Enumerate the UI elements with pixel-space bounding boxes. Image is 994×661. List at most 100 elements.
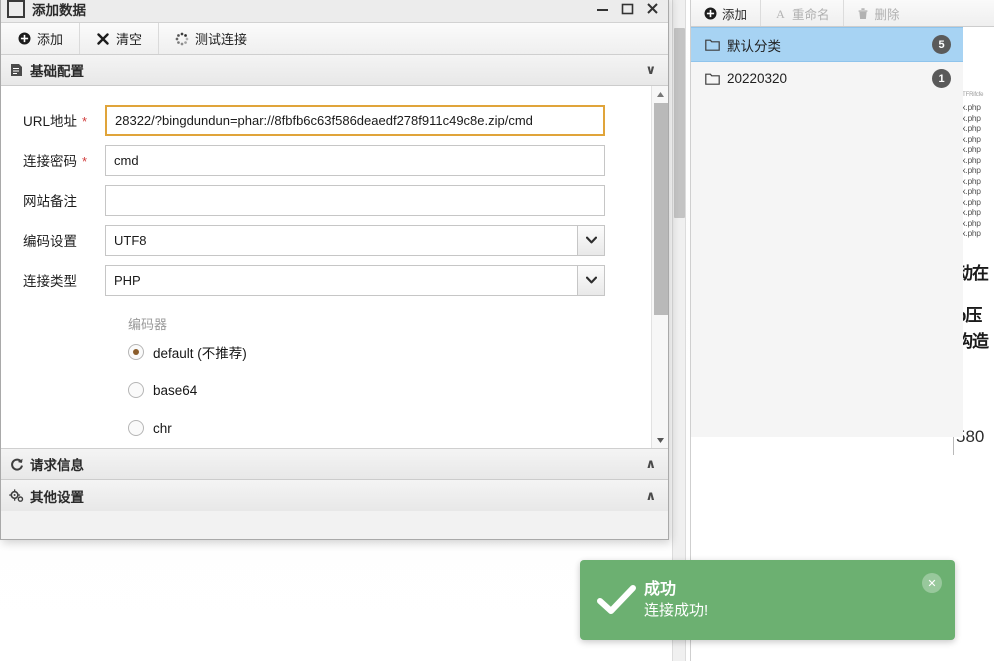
form-label-password: 连接密码 * — [23, 150, 105, 170]
select-wrapper-conn_type: PHP — [105, 264, 605, 296]
toast-close-button[interactable]: ✕ — [922, 573, 942, 593]
form-label-text: 连接类型 — [23, 274, 77, 289]
plus-circle-icon — [17, 32, 31, 46]
folder-icon — [705, 72, 720, 85]
form-label-url: URL地址 * — [23, 110, 105, 130]
add-data-dialog: 添加数据 添加 清空 测试连接 基础配置 ∨ URL地址 * 28322/?bi… — [0, 0, 669, 540]
form-label-conn_type: 连接类型 — [23, 270, 105, 290]
encoder-radio-group: default (不推荐) base64 chr — [1, 333, 668, 447]
folder-icon — [705, 38, 720, 51]
dialog-toolbar-label: 添加 — [37, 32, 64, 47]
screen-root: CTFRifcfe ex.php ex.php ex.php ex.php ex.php… — [0, 0, 994, 661]
radio-button[interactable] — [128, 382, 144, 398]
scroll-down-arrow-icon[interactable] — [653, 433, 668, 448]
dialog-add-button[interactable]: 添加 — [1, 23, 81, 54]
encoder-option-label: base64 — [153, 382, 198, 398]
form-label-text: URL地址 — [23, 114, 78, 129]
plus-circle-icon — [704, 7, 717, 20]
form-label-text: 编码设置 — [23, 234, 77, 249]
encoder-option-0[interactable]: default (不推荐) — [1, 333, 668, 371]
category-toolbar: 添加 A 重命名 删除 — [691, 0, 994, 27]
category-add-button[interactable]: 添加 — [691, 0, 762, 26]
form-row-remark: 网站备注 — [1, 180, 668, 220]
dialog-toolbar-label: 测试连接 — [195, 32, 248, 47]
form-label-remark: 网站备注 — [23, 190, 105, 210]
toast-title: 成功 — [644, 580, 677, 598]
cross-icon — [96, 32, 110, 46]
tree-row-count-badge: 5 — [932, 35, 951, 54]
input-password[interactable] — [105, 144, 605, 176]
loading-spinner-icon — [175, 32, 189, 46]
document-icon — [9, 63, 24, 78]
tree-row[interactable]: 20220320 1 — [691, 62, 963, 95]
gear-icon — [9, 488, 24, 503]
tree-row[interactable]: 默认分类 5 — [691, 27, 963, 62]
window-controls — [595, 2, 664, 16]
encoder-option-label: chr — [153, 420, 172, 436]
section-label-request: 请求信息 — [30, 458, 84, 473]
form-row-password: 连接密码 * — [1, 140, 668, 180]
required-marker: * — [82, 114, 88, 129]
form-label-text: 网站备注 — [23, 194, 77, 209]
close-icon[interactable] — [645, 2, 659, 16]
window-icon — [7, 0, 25, 18]
check-icon — [596, 579, 638, 621]
section-label-basic: 基础配置 — [30, 64, 84, 79]
letter-a-icon: A — [774, 7, 787, 20]
select-charset[interactable]: UTF8 — [105, 224, 605, 256]
trash-icon — [857, 7, 870, 20]
category-toolbar-label: 删除 — [874, 7, 900, 22]
chevron-down-icon[interactable]: ∨ — [645, 62, 656, 78]
required-marker: * — [82, 154, 88, 169]
radio-dot — [133, 349, 139, 355]
success-toast: 成功 连接成功! ✕ — [580, 560, 955, 640]
dialog-title: 添加数据 — [32, 2, 86, 18]
form-scrollbar-thumb[interactable] — [654, 103, 668, 315]
category-delete-button: 删除 — [844, 0, 913, 26]
dialog-toolbar-label: 清空 — [116, 32, 143, 47]
basic-config-form: URL地址 * 连接密码 * 网站备注编码设置 UTF8 连接类型 PHP 编码器 defau… — [1, 86, 668, 449]
background-scrollbar-thumb[interactable] — [674, 28, 685, 218]
tree-row-count-badge: 1 — [932, 69, 951, 88]
select-wrapper-charset: UTF8 — [105, 224, 605, 256]
radio-button[interactable] — [128, 420, 144, 436]
chevron-up-icon-other[interactable]: ∧ — [645, 488, 656, 504]
section-header-basic[interactable]: 基础配置 ∨ — [1, 55, 668, 86]
form-row-url: URL地址 * — [1, 100, 668, 140]
input-remark[interactable] — [105, 184, 605, 216]
refresh-icon — [9, 457, 24, 472]
category-rename-button: A 重命名 — [761, 0, 844, 26]
minimize-icon[interactable] — [595, 2, 609, 16]
section-header-request[interactable]: 请求信息 ∧ — [1, 449, 668, 480]
tree-row-label: 20220320 — [727, 71, 788, 86]
toast-message: 连接成功! — [644, 601, 709, 619]
dialog-titlebar[interactable]: 添加数据 — [1, 0, 668, 22]
dialog-toolbar: 添加 清空 测试连接 — [1, 22, 668, 55]
select-conn_type[interactable]: PHP — [105, 264, 605, 296]
radio-button[interactable] — [128, 344, 144, 360]
dialog-clear-button[interactable]: 清空 — [80, 23, 160, 54]
section-header-other[interactable]: 其他设置 ∧ — [1, 480, 668, 511]
form-row-charset: 编码设置 UTF8 — [1, 220, 668, 260]
chevron-up-icon-request[interactable]: ∧ — [645, 456, 656, 472]
encoder-option-1[interactable]: base64 — [1, 371, 668, 409]
form-label-text: 连接密码 — [23, 154, 77, 169]
encoder-option-label: default (不推荐) — [153, 346, 247, 361]
dialog-test-connection-button[interactable]: 测试连接 — [159, 23, 263, 54]
section-label-other: 其他设置 — [30, 489, 84, 505]
form-vertical-scrollbar[interactable] — [651, 86, 668, 448]
encoder-option-2[interactable]: chr — [1, 409, 668, 447]
tree-row-label: 默认分类 — [727, 38, 781, 54]
toast-body: 成功 连接成功! — [644, 579, 939, 622]
maximize-icon[interactable] — [620, 2, 634, 16]
svg-text:A: A — [776, 7, 785, 20]
category-toolbar-label: 添加 — [722, 7, 748, 22]
form-label-charset: 编码设置 — [23, 230, 105, 250]
category-tree: 默认分类 5 20220320 1 — [691, 27, 963, 437]
input-url[interactable] — [105, 104, 605, 136]
category-toolbar-label: 重命名 — [792, 7, 830, 22]
form-row-conn_type: 连接类型 PHP — [1, 260, 668, 300]
form-fields: URL地址 * 连接密码 * 网站备注编码设置 UTF8 连接类型 PHP — [1, 86, 668, 300]
scroll-up-arrow-icon[interactable] — [653, 87, 668, 102]
encoder-group-label: 编码器 — [128, 317, 168, 332]
